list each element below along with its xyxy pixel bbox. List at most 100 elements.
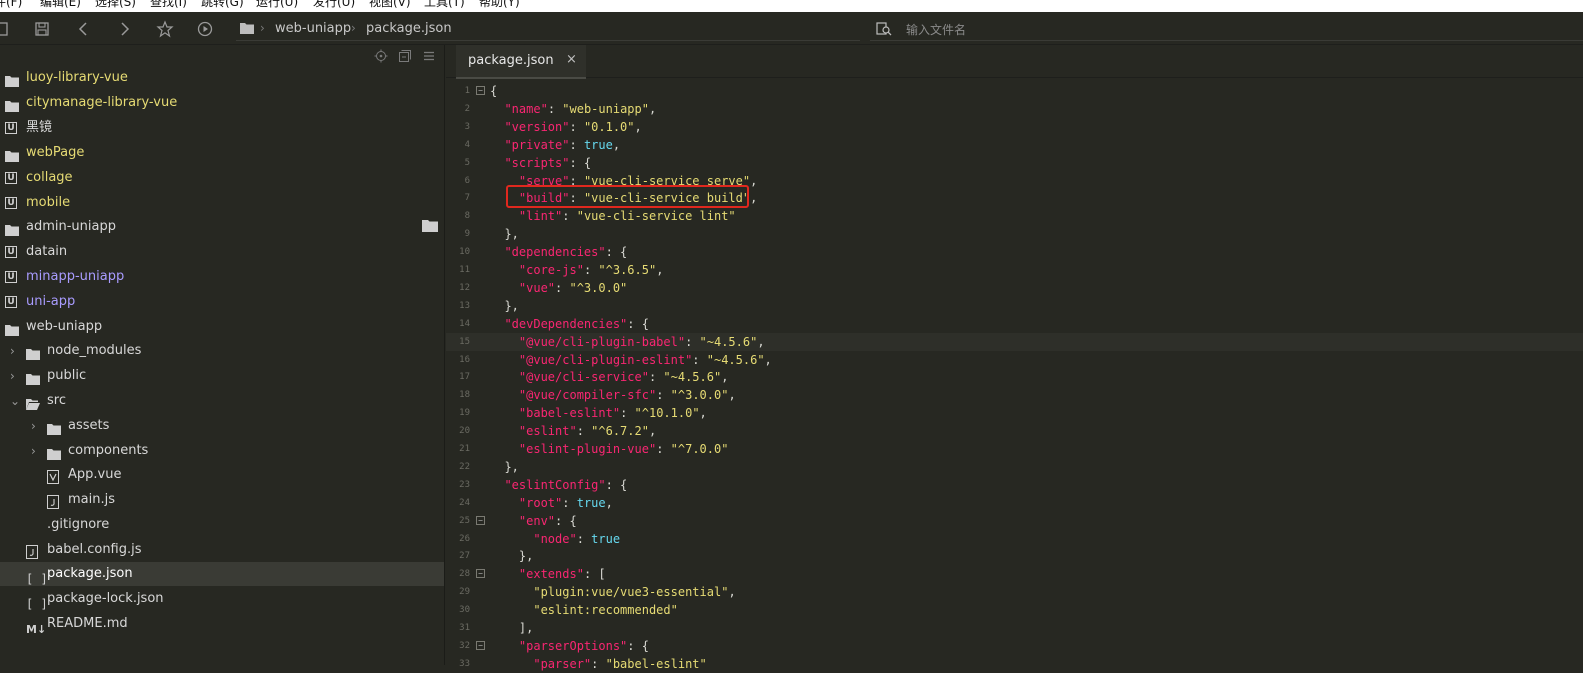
code-line[interactable]: 30 "eslint:recommended" xyxy=(446,601,1583,619)
breadcrumb-file[interactable]: package.json xyxy=(366,21,452,36)
tree-item[interactable]: Udatain xyxy=(0,240,444,264)
menu-item[interactable]: 查找(I) xyxy=(150,0,187,9)
fold-toggle-icon[interactable]: − xyxy=(476,86,485,95)
line-number: 30 xyxy=(459,605,470,616)
fold-toggle-icon[interactable]: − xyxy=(476,640,485,650)
tree-item[interactable]: admin-uniapp xyxy=(0,215,444,239)
code-line[interactable]: 12 "vue": "^3.0.0" xyxy=(446,279,1583,297)
code-text: "scripts": { xyxy=(504,155,592,170)
tree-item[interactable]: main.js xyxy=(0,488,444,512)
code-line[interactable]: 17 "@vue/cli-service": "~4.5.6", xyxy=(446,368,1583,386)
menu-item[interactable]: 工具(T) xyxy=(424,0,465,9)
fold-toggle-icon[interactable]: − xyxy=(476,515,485,525)
code-line[interactable]: 27 }, xyxy=(446,547,1583,565)
chevron-right-icon[interactable]: › xyxy=(31,439,36,463)
tree-item[interactable]: › public xyxy=(0,364,444,388)
code-line[interactable]: 10 "dependencies": { xyxy=(446,243,1583,261)
tree-item[interactable]: .gitignore xyxy=(0,513,444,537)
code-line[interactable]: 25− "env": { xyxy=(446,512,1583,530)
forward-icon[interactable] xyxy=(115,20,133,38)
line-number: 24 xyxy=(459,497,470,508)
back-icon[interactable] xyxy=(75,20,93,38)
star-icon[interactable] xyxy=(156,20,174,38)
code-line[interactable]: 31 ], xyxy=(446,619,1583,637)
line-number: 16 xyxy=(459,354,470,365)
code-line[interactable]: 1−{ xyxy=(446,82,1583,100)
code-line[interactable]: 26 "node": true xyxy=(446,530,1583,548)
code-line[interactable]: 32− "parserOptions": { xyxy=(446,637,1583,655)
tree-item[interactable]: [ ] package.json xyxy=(0,562,444,586)
code-line[interactable]: 2 "name": "web-uniapp", xyxy=(446,100,1583,118)
code-line[interactable]: 33 "parser": "babel-eslint" xyxy=(446,655,1583,673)
code-text: "devDependencies": { xyxy=(504,316,649,331)
locate-icon[interactable] xyxy=(374,49,388,63)
chevron-right-icon[interactable]: › xyxy=(31,414,36,438)
chevron-right-icon[interactable]: › xyxy=(10,339,15,363)
menu-item[interactable]: 帮助(Y) xyxy=(479,0,520,9)
menu-item[interactable]: 跳转(G) xyxy=(201,0,244,9)
code-line[interactable]: 23 "eslintConfig": { xyxy=(446,476,1583,494)
menu-item[interactable]: 选择(S) xyxy=(95,0,136,9)
code-line[interactable]: 11 "core-js": "^3.6.5", xyxy=(446,261,1583,279)
chevron-down-icon[interactable]: ⌄ xyxy=(10,389,20,413)
save-icon[interactable] xyxy=(33,20,51,38)
menu-item[interactable]: 视图(V) xyxy=(369,0,411,9)
code-line[interactable]: 9 }, xyxy=(446,225,1583,243)
close-icon[interactable]: × xyxy=(566,52,577,67)
chevron-right-icon[interactable]: › xyxy=(10,364,15,388)
code-line[interactable]: 4 "private": true, xyxy=(446,136,1583,154)
code-line[interactable]: 28− "extends": [ xyxy=(446,565,1583,583)
menu-icon[interactable] xyxy=(422,49,436,63)
code-line[interactable]: 13 }, xyxy=(446,297,1583,315)
tree-item[interactable]: ⌄ src xyxy=(0,389,444,413)
code-line[interactable]: 8 "lint": "vue-cli-service lint" xyxy=(446,207,1583,225)
tree-item[interactable]: M↓ README.md xyxy=(0,612,444,636)
fold-toggle-icon[interactable]: − xyxy=(476,569,485,579)
code-line[interactable]: 24 "root": true, xyxy=(446,494,1583,512)
code-line[interactable]: 14 "devDependencies": { xyxy=(446,315,1583,333)
tree-item[interactable]: Uuni-app xyxy=(0,290,444,314)
tree-item[interactable]: App.vue xyxy=(0,463,444,487)
tree-item[interactable]: webPage xyxy=(0,141,444,165)
tree-item[interactable]: U 黑镜 xyxy=(0,116,444,140)
tree-item[interactable]: Uminapp-uniapp xyxy=(0,265,444,289)
code-line[interactable]: 18 "@vue/compiler-sfc": "^3.0.0", xyxy=(446,386,1583,404)
file-search-input[interactable]: 输入文件名 xyxy=(870,16,1583,41)
tab-package-json[interactable]: package.json × xyxy=(456,45,586,79)
code-line[interactable]: 15 "@vue/cli-plugin-babel": "~4.5.6", xyxy=(446,332,1583,351)
menu-item[interactable]: 发行(U) xyxy=(313,0,355,9)
tree-item[interactable]: › components xyxy=(0,439,444,463)
tree-item[interactable]: Ucollage xyxy=(0,166,444,190)
tree-item[interactable]: babel.config.js xyxy=(0,538,444,562)
menu-item[interactable]: 件(F) xyxy=(0,0,22,9)
tree-item[interactable]: web-uniapp xyxy=(0,315,444,339)
code-text: }, xyxy=(490,298,519,313)
tree-item-label: src xyxy=(47,393,66,408)
tree-item[interactable]: Umobile xyxy=(0,191,444,215)
code-line[interactable]: 5 "scripts": { xyxy=(446,154,1583,172)
run-icon[interactable] xyxy=(196,20,214,38)
code-line[interactable]: 29 "plugin:vue/vue3-essential", xyxy=(446,583,1583,601)
code-line[interactable]: 16 "@vue/cli-plugin-eslint": "~4.5.6", xyxy=(446,351,1583,369)
code-line[interactable]: 3 "version": "0.1.0", xyxy=(446,118,1583,136)
line-number: 11 xyxy=(459,265,470,275)
code-area[interactable]: 1−{2 "name": "web-uniapp", 3 "version": "… xyxy=(446,82,1583,671)
tree-item[interactable]: › node_modules xyxy=(0,339,444,363)
folder-icon xyxy=(5,147,19,162)
collapse-all-icon[interactable] xyxy=(398,49,412,63)
tree-item[interactable]: [ ] package-lock.json xyxy=(0,587,444,611)
code-line[interactable]: 19 "babel-eslint": "^10.1.0", xyxy=(446,404,1583,422)
tree-item[interactable]: luoy-library-vue xyxy=(0,66,444,90)
menu-item[interactable]: 编辑(E) xyxy=(40,0,81,9)
code-line[interactable]: 22 }, xyxy=(446,458,1583,476)
breadcrumb-project[interactable]: web-uniapp xyxy=(275,21,351,36)
tree-item[interactable]: › assets xyxy=(0,414,444,438)
code-line[interactable]: 20 "eslint": "^6.7.2", xyxy=(446,422,1583,440)
uniapp-project-icon: U xyxy=(5,246,19,258)
code-line[interactable]: 21 "eslint-plugin-vue": "^7.0.0" xyxy=(446,440,1583,458)
line-number: 6 xyxy=(464,175,470,186)
folder-icon[interactable] xyxy=(422,219,438,232)
tree-item[interactable]: citymanage-library-vue xyxy=(0,91,444,115)
menu-item[interactable]: 运行(U) xyxy=(256,0,298,9)
sidebar-toggle-icon[interactable] xyxy=(0,20,10,38)
